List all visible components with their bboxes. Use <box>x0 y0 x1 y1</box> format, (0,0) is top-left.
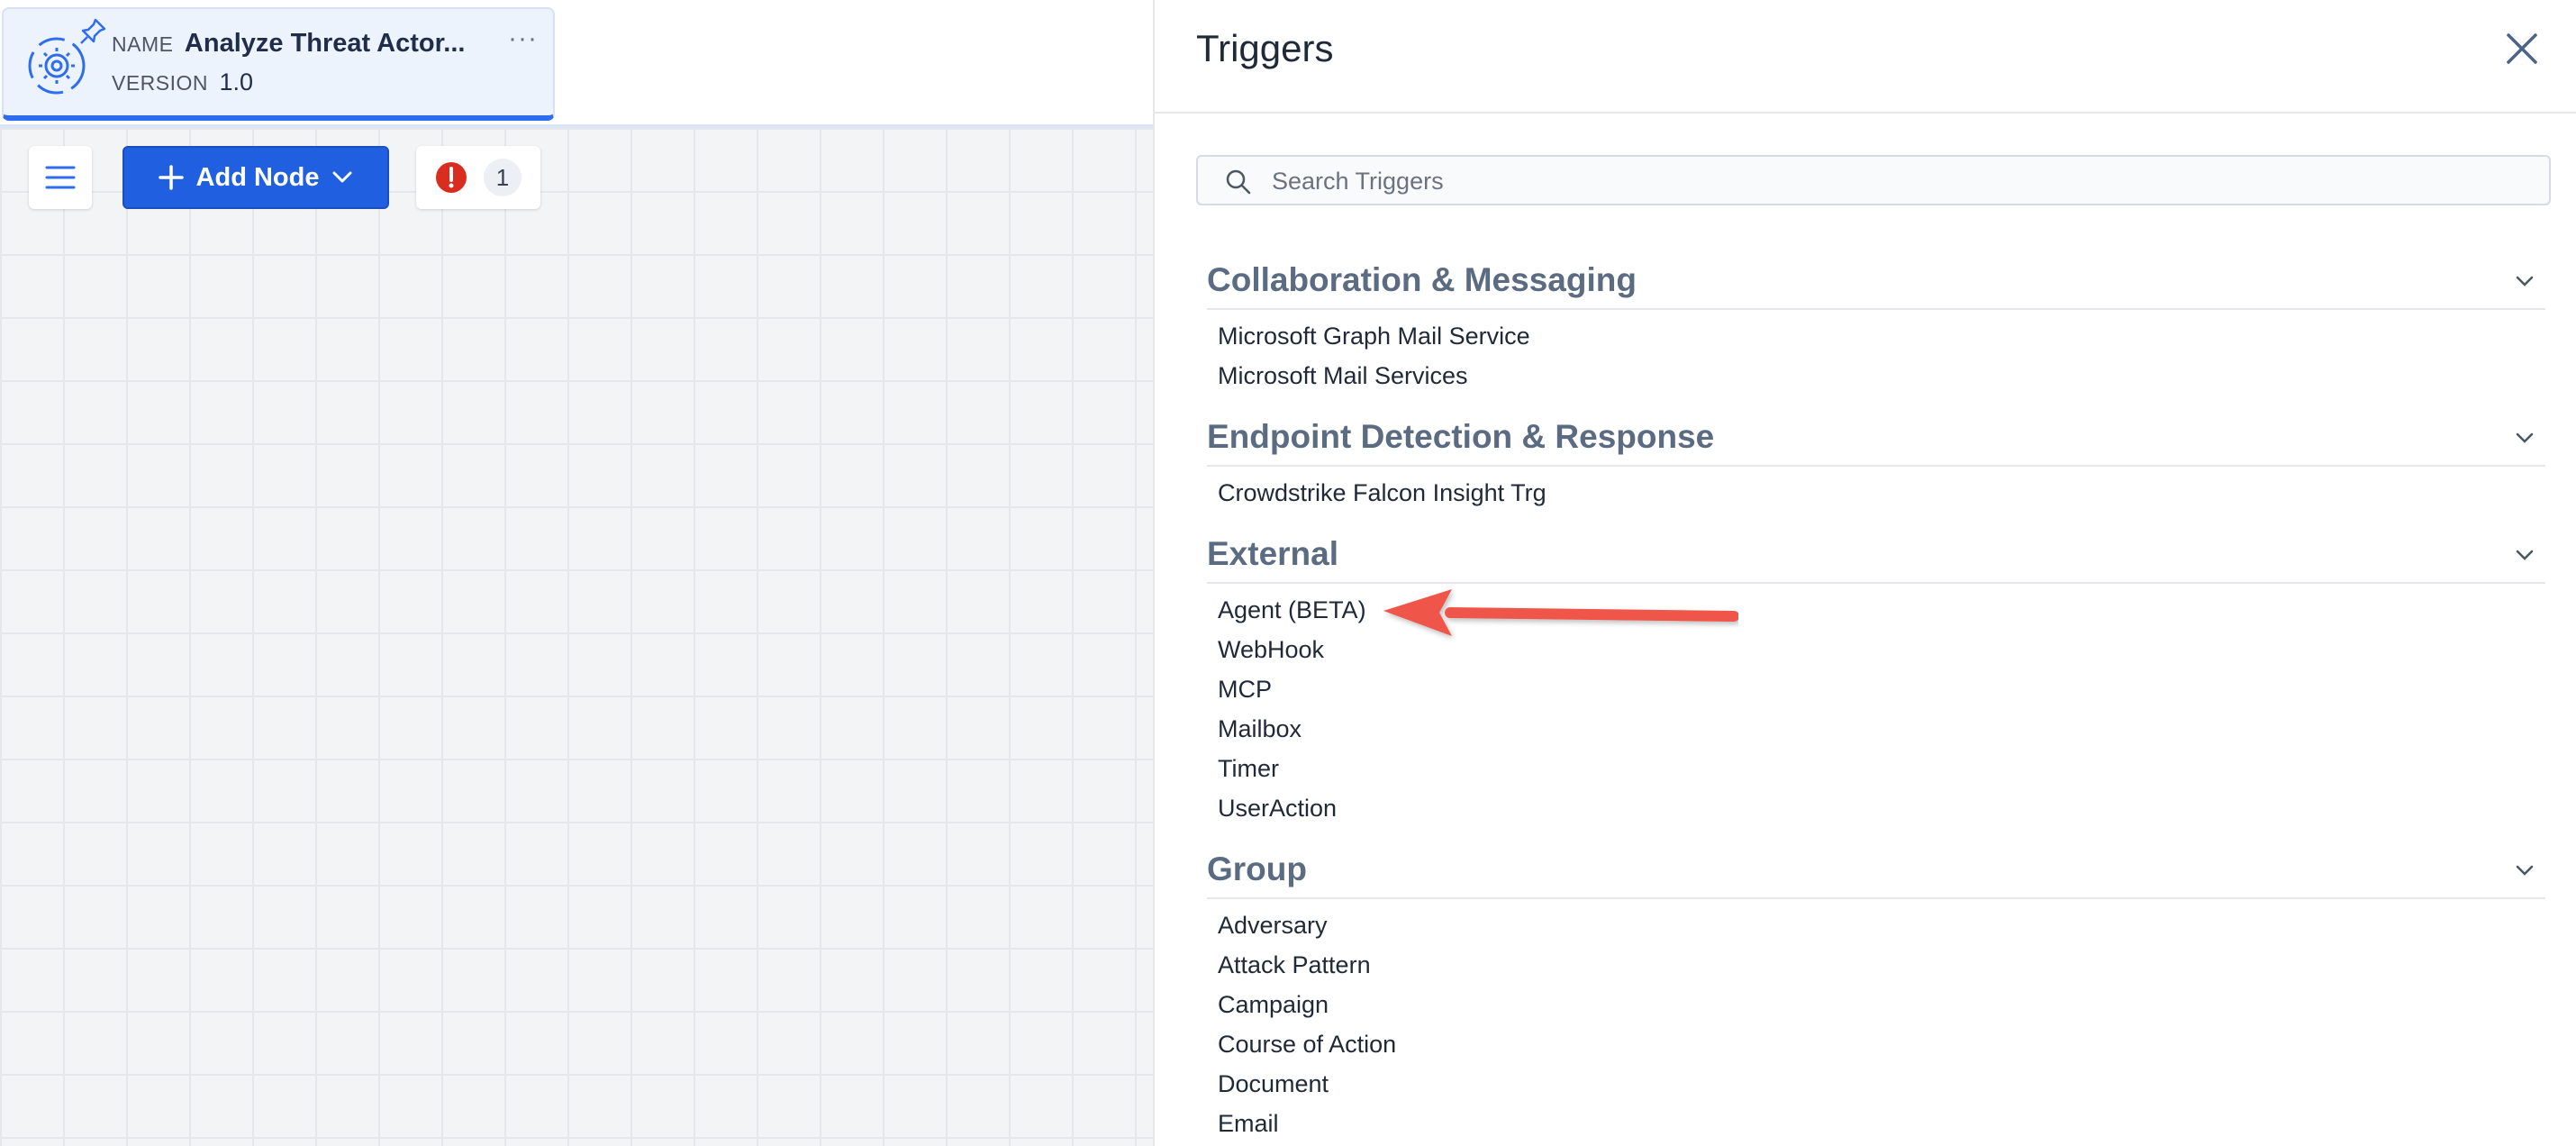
more-icon[interactable]: ··· <box>508 23 538 54</box>
workflow-version: 1.0 <box>219 68 254 96</box>
trigger-item[interactable]: Microsoft Mail Services <box>1218 362 1468 390</box>
trigger-item[interactable]: Microsoft Graph Mail Service <box>1218 323 1530 350</box>
name-label: NAME <box>112 32 174 56</box>
menu-icon <box>45 166 76 189</box>
workflow-version-row: VERSION 1.0 <box>112 68 253 96</box>
category-title: Endpoint Detection & Response <box>1207 418 1715 455</box>
trigger-item-agent-beta[interactable]: Agent (BETA) <box>1218 596 1366 624</box>
add-node-button[interactable]: Add Node <box>122 146 389 209</box>
trigger-item[interactable]: WebHook <box>1218 636 1324 664</box>
plus-icon <box>158 165 184 190</box>
error-count-badge: 1 <box>484 159 522 196</box>
category-collaboration-messaging[interactable]: Collaboration & Messaging <box>1207 254 2545 310</box>
panel-header: Triggers <box>1155 0 2576 114</box>
workflow-card[interactable]: NAME Analyze Threat Actor... VERSION 1.0… <box>2 7 555 121</box>
trigger-item[interactable]: Timer <box>1218 755 1279 783</box>
category-title: Collaboration & Messaging <box>1207 261 1637 298</box>
version-label: VERSION <box>112 71 209 95</box>
close-icon[interactable] <box>2504 31 2540 67</box>
panel-title: Triggers <box>1196 27 1334 69</box>
category-title: External <box>1207 535 1339 572</box>
workflow-header: NAME Analyze Threat Actor... VERSION 1.0… <box>0 0 1153 128</box>
category-endpoint-detection-response[interactable]: Endpoint Detection & Response <box>1207 411 2545 467</box>
trigger-item[interactable]: Adversary <box>1218 912 1328 940</box>
category-external[interactable]: External <box>1207 528 2545 584</box>
search-input[interactable] <box>1270 162 2517 200</box>
trigger-item[interactable]: Course of Action <box>1218 1031 1396 1059</box>
triggers-panel: Triggers Collaboration & Messaging Micro… <box>1153 0 2576 1146</box>
add-node-label: Add Node <box>195 162 320 192</box>
chevron-down-icon[interactable] <box>2513 546 2536 564</box>
chevron-down-icon <box>332 171 352 183</box>
annotation-arrow <box>1383 589 1738 636</box>
search-field[interactable] <box>1196 155 2551 205</box>
trigger-item[interactable]: Email <box>1218 1110 1279 1138</box>
workflow-canvas[interactable] <box>0 128 1153 1146</box>
trigger-item[interactable]: Document <box>1218 1070 1329 1098</box>
validation-errors-button[interactable]: 1 <box>416 146 540 209</box>
trigger-item[interactable]: MCP <box>1218 676 1272 704</box>
trigger-item[interactable]: UserAction <box>1218 795 1337 823</box>
category-group[interactable]: Group <box>1207 843 2545 899</box>
trigger-item[interactable]: Attack Pattern <box>1218 951 1371 979</box>
menu-button[interactable] <box>29 146 92 209</box>
search-icon <box>1226 169 1251 195</box>
chevron-down-icon[interactable] <box>2513 272 2536 290</box>
pin-icon[interactable] <box>77 16 108 47</box>
workflow-name-row: NAME Analyze Threat Actor... <box>112 29 465 59</box>
trigger-item[interactable]: Mailbox <box>1218 715 1302 743</box>
error-icon <box>436 162 467 193</box>
chevron-down-icon[interactable] <box>2513 429 2536 447</box>
workflow-name: Analyze Threat Actor... <box>184 29 466 58</box>
trigger-item[interactable]: Crowdstrike Falcon Insight Trg <box>1218 479 1547 507</box>
chevron-down-icon[interactable] <box>2513 861 2536 879</box>
trigger-item[interactable]: Campaign <box>1218 991 1329 1019</box>
category-title: Group <box>1207 850 1307 887</box>
